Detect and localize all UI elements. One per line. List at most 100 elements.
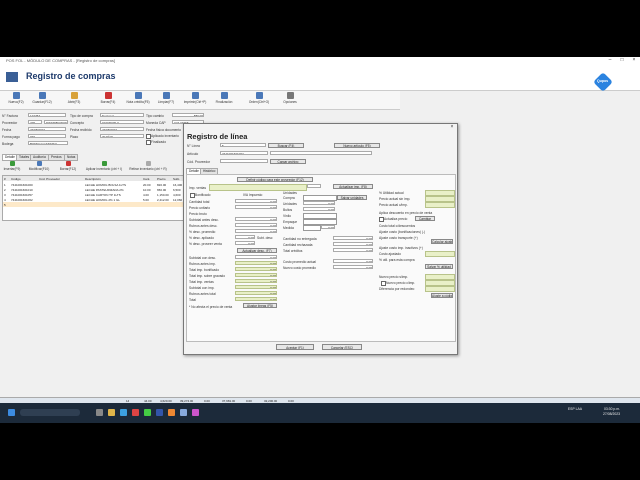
- plus-icon: [9, 161, 15, 166]
- finalized-label: Finalizado: [151, 140, 167, 144]
- insert-line-button[interactable]: Insertar(F9): [2, 161, 22, 171]
- clock-time[interactable]: 03:30 p.m.: [586, 407, 620, 411]
- items-before-desc-field: 0.00: [235, 223, 277, 227]
- order-icon: [255, 92, 263, 99]
- dialog-close-icon[interactable]: ×: [449, 125, 455, 130]
- define-code-button[interactable]: Definir código para este proveedor (F12): [237, 177, 313, 182]
- packages-input[interactable]: 0.00: [303, 207, 335, 211]
- rejected-input[interactable]: 0.00: [333, 242, 373, 246]
- taxed-tax-label: Total imp. sobre gravado: [189, 274, 226, 278]
- units-input[interactable]: 0.00: [303, 201, 335, 205]
- units-field-label: Unidades: [283, 202, 297, 206]
- save-icon: [38, 92, 46, 99]
- article-input[interactable]: 7441001601062: [220, 151, 268, 155]
- remove-inventory-label: Retirar inventario (ctrl + R): [129, 167, 167, 171]
- app-icon[interactable]: [144, 409, 151, 416]
- current-price-tax-field: [425, 202, 455, 208]
- finalize-button[interactable]: Finalización: [212, 92, 236, 104]
- invoice-number-input[interactable]: 123457: [28, 113, 66, 117]
- edge-icon[interactable]: [120, 409, 127, 416]
- delete-button[interactable]: Borrar(F4): [96, 92, 120, 104]
- purchase-units-label: Compra: [283, 196, 295, 200]
- payment-input[interactable]: 030: [28, 134, 66, 138]
- total-qty-label: Cantidad total: [189, 200, 210, 204]
- purchase-type-select[interactable]: Nacional: [100, 113, 144, 117]
- line-number-input[interactable]: 5: [220, 143, 266, 147]
- save-units-button[interactable]: Salvar unidades: [337, 195, 367, 200]
- start-icon[interactable]: [8, 409, 15, 416]
- sales-tax-percent-input[interactable]: [307, 184, 321, 188]
- applied-discount-input[interactable]: 0.00: [235, 235, 255, 239]
- items-before-total-field: 0.00: [235, 291, 277, 295]
- close-icon[interactable]: ×: [628, 57, 640, 64]
- measure-input[interactable]: 0.00: [321, 225, 335, 229]
- new-button[interactable]: Nuevo(F2): [4, 92, 28, 104]
- task-view-icon[interactable]: [96, 409, 103, 416]
- load-file-button[interactable]: Cargar archivo: [270, 159, 306, 164]
- supplier-code-input[interactable]: [220, 159, 268, 163]
- save-margin-button[interactable]: Salvar % utilidad: [425, 264, 453, 269]
- minimize-icon[interactable]: –: [604, 57, 616, 64]
- credit-note-button[interactable]: Nota crédito(F5): [124, 92, 152, 104]
- detail-grid: # Código Cód. Proveedor Descripción Cant…: [2, 175, 184, 221]
- date-input[interactable]: 27/08/2023: [28, 127, 66, 131]
- search-button[interactable]: Buscar (F4): [268, 143, 304, 148]
- clock-date[interactable]: 27/08/2023: [586, 412, 620, 416]
- new-article-button[interactable]: Nuevo artículo (F5): [334, 143, 380, 148]
- order-button[interactable]: Orden(Ctrl+O): [244, 92, 274, 104]
- print-button[interactable]: Imprimir(Ctrl+P): [180, 92, 210, 104]
- sales-tax-field[interactable]: [209, 184, 307, 191]
- accept-button[interactable]: Aceptar (F1): [276, 344, 314, 350]
- language-indicator[interactable]: ESP LAA: [556, 407, 582, 411]
- app-icon[interactable]: [180, 409, 187, 416]
- save-button[interactable]: Guardar(F12): [30, 92, 54, 104]
- received-date-input[interactable]: 27/08/2023: [100, 127, 144, 131]
- app-icon[interactable]: [132, 409, 139, 416]
- term-label: Plazo: [70, 135, 79, 139]
- apply-inventory-button[interactable]: Aplicar inventario (ctrl + I): [84, 161, 124, 171]
- measure-select[interactable]: [303, 225, 321, 231]
- total-cost-desc-label: Costo total c/descuentos: [379, 224, 416, 228]
- adjust-code-button[interactable]: Ajuste a código: [431, 293, 453, 298]
- col-cantidad: Cant.: [143, 177, 151, 181]
- open-button[interactable]: Abrir(F3): [62, 92, 86, 104]
- unit-price-input[interactable]: 0.00: [235, 205, 277, 209]
- col-num: #: [4, 177, 6, 181]
- options-button[interactable]: Opciones: [278, 92, 302, 104]
- warehouse-select[interactable]: BODEGA GENERAL: [28, 141, 68, 145]
- app-icon[interactable]: [192, 409, 199, 416]
- table-row-selected[interactable]: 5: [3, 202, 183, 207]
- app-icon[interactable]: [156, 409, 163, 416]
- update-tax-button[interactable]: Actualizar imp. (F8): [333, 184, 373, 189]
- calculate-adjust-button[interactable]: Calcular ajuste: [431, 239, 453, 244]
- term-input[interactable]: 30 DÍAS: [100, 134, 144, 138]
- undelivered-input[interactable]: 0.00: [333, 236, 373, 240]
- cancel-button[interactable]: Cancelar (ESC): [322, 344, 362, 350]
- maximize-icon[interactable]: □: [616, 57, 628, 64]
- clear-button[interactable]: Limpiar(F7): [154, 92, 178, 104]
- supplier-code-input[interactable]: 225: [28, 120, 42, 124]
- remove-inventory-button[interactable]: Retirar inventario (ctrl + R): [128, 161, 168, 171]
- file-explorer-icon[interactable]: [108, 409, 115, 416]
- change-button[interactable]: Cambiar: [415, 216, 435, 221]
- app-icon[interactable]: [168, 409, 175, 416]
- adjust-lines-button[interactable]: Ajustar líneas (F5): [243, 303, 277, 308]
- total-label: Total: [189, 298, 196, 302]
- modify-line-button[interactable]: Modificar(F10): [28, 161, 50, 171]
- options-button-label: Opciones: [283, 100, 297, 104]
- current-avg-cost-label: Costo promedio actual: [283, 260, 316, 264]
- sale-discount-input[interactable]: 0.00: [235, 241, 255, 245]
- line-register-dialog: × Registro de línea N° Línea 5 Buscar (F…: [183, 123, 458, 355]
- finalize-button-label: Finalización: [215, 100, 233, 104]
- taskbar-search[interactable]: [20, 409, 80, 416]
- subtotal-with-desc-field: 0.00: [235, 255, 277, 259]
- exchange-rate-input[interactable]: 580.00: [172, 113, 204, 117]
- cart-icon: [6, 72, 18, 82]
- update-discount-button[interactable]: Actualizar desc. (F7): [237, 248, 277, 253]
- current-margin-label: % Utilidad actual: [379, 191, 404, 195]
- concept-label: Concepto: [70, 121, 85, 125]
- check-icon: [101, 161, 107, 166]
- total-qty-input[interactable]: 0.00: [235, 199, 277, 203]
- concept-input[interactable]: 0100/0000-0: [100, 120, 144, 124]
- delete-line-button[interactable]: Borrar(F12): [58, 161, 78, 171]
